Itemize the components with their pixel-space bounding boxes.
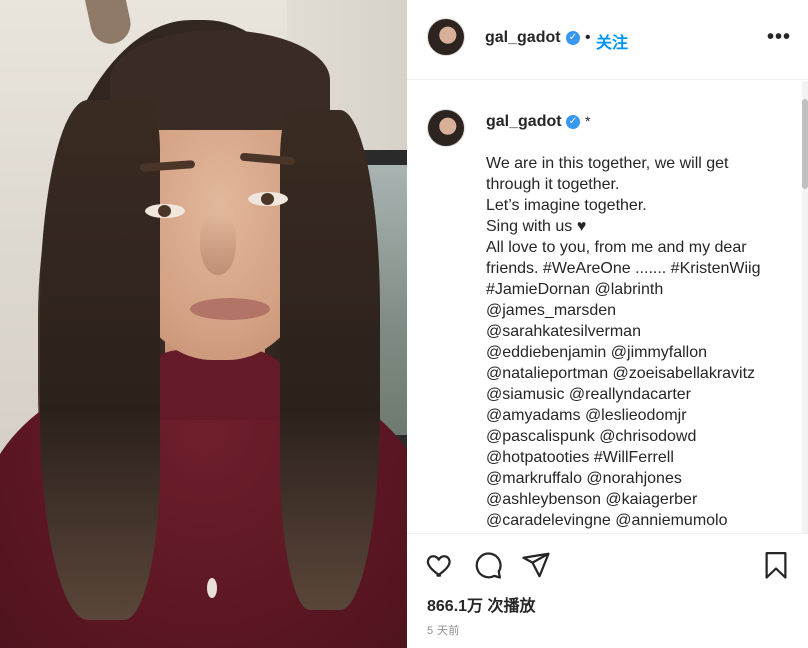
- caption-line: Sing with us ♥: [486, 218, 587, 235]
- lips: [190, 298, 270, 320]
- caption-line[interactable]: @siamusic @reallyndacarter: [486, 384, 786, 405]
- post-media[interactable]: [0, 0, 407, 648]
- header-username[interactable]: gal_gadot: [485, 29, 561, 47]
- necklace-pendant: [207, 578, 217, 598]
- hair-right: [280, 110, 380, 610]
- caption-verified-badge-icon: ✓: [566, 115, 580, 129]
- heart-icon[interactable]: [425, 550, 455, 580]
- hair-left: [40, 100, 160, 620]
- caption-line[interactable]: @amyadams @leslieodomjr: [486, 405, 786, 426]
- view-count[interactable]: 866.1万 次播放: [427, 592, 536, 616]
- caption-line[interactable]: friends. #WeAreOne ....... #KristenWiig: [486, 258, 786, 279]
- nose: [200, 215, 236, 275]
- post-sidebar: gal_gadot ✓ • 关注 ••• gal_gadot ✓ * We ar…: [407, 0, 808, 648]
- caption-extra-mark: *: [585, 113, 591, 129]
- comments-section[interactable]: gal_gadot ✓ * We are in this together, w…: [407, 81, 808, 533]
- caption-line[interactable]: @eddiebenjamin @jimmyfallon: [486, 342, 786, 363]
- comments-scrollbar[interactable]: [802, 81, 808, 533]
- caption-line[interactable]: @pascalispunk @chrisodowd: [486, 426, 786, 447]
- eye-right: [248, 192, 288, 206]
- caption-line[interactable]: @natalieportman @zoeisabellakravitz: [486, 363, 786, 384]
- follow-button[interactable]: 关注: [596, 29, 628, 53]
- caption-line[interactable]: @markruffalo @norahjones: [486, 468, 786, 489]
- caption-line: Let’s imagine together.: [486, 197, 647, 214]
- ceiling-fan: [81, 0, 135, 48]
- header-separator: •: [585, 29, 591, 46]
- post-timestamp[interactable]: 5 天前: [427, 622, 460, 638]
- avatar[interactable]: [427, 18, 465, 56]
- caption-line[interactable]: @hotpatooties #WillFerrell: [486, 447, 786, 468]
- eye-left: [145, 204, 185, 218]
- caption-line[interactable]: @caradelevingne @anniemumolo: [486, 510, 786, 531]
- turtleneck: [140, 350, 290, 420]
- caption-line[interactable]: @sarahkatesilverman: [486, 321, 786, 342]
- caption-line[interactable]: @ashleybenson @kaiagerber: [486, 489, 786, 510]
- more-options-icon[interactable]: •••: [767, 26, 791, 49]
- caption-username[interactable]: gal_gadot: [486, 113, 562, 131]
- caption-line[interactable]: @james_marsden: [486, 300, 786, 321]
- caption-avatar[interactable]: [427, 109, 465, 147]
- post-header: gal_gadot ✓ • 关注 •••: [407, 0, 808, 80]
- verified-badge-icon: ✓: [566, 31, 580, 45]
- scrollbar-thumb[interactable]: [802, 99, 808, 189]
- post-actions: 866.1万 次播放 5 天前: [407, 533, 808, 648]
- bookmark-icon[interactable]: [761, 550, 791, 580]
- caption-line: All love to you, from me and my dear: [486, 239, 747, 256]
- caption-line[interactable]: #JamieDornan @labrinth: [486, 279, 786, 300]
- comment-icon[interactable]: [473, 550, 503, 580]
- caption-line: We are in this together, we will get: [486, 155, 729, 172]
- caption-line: through it together.: [486, 176, 620, 193]
- share-icon[interactable]: [521, 550, 551, 580]
- post-caption: We are in this together, we will get thr…: [486, 153, 786, 531]
